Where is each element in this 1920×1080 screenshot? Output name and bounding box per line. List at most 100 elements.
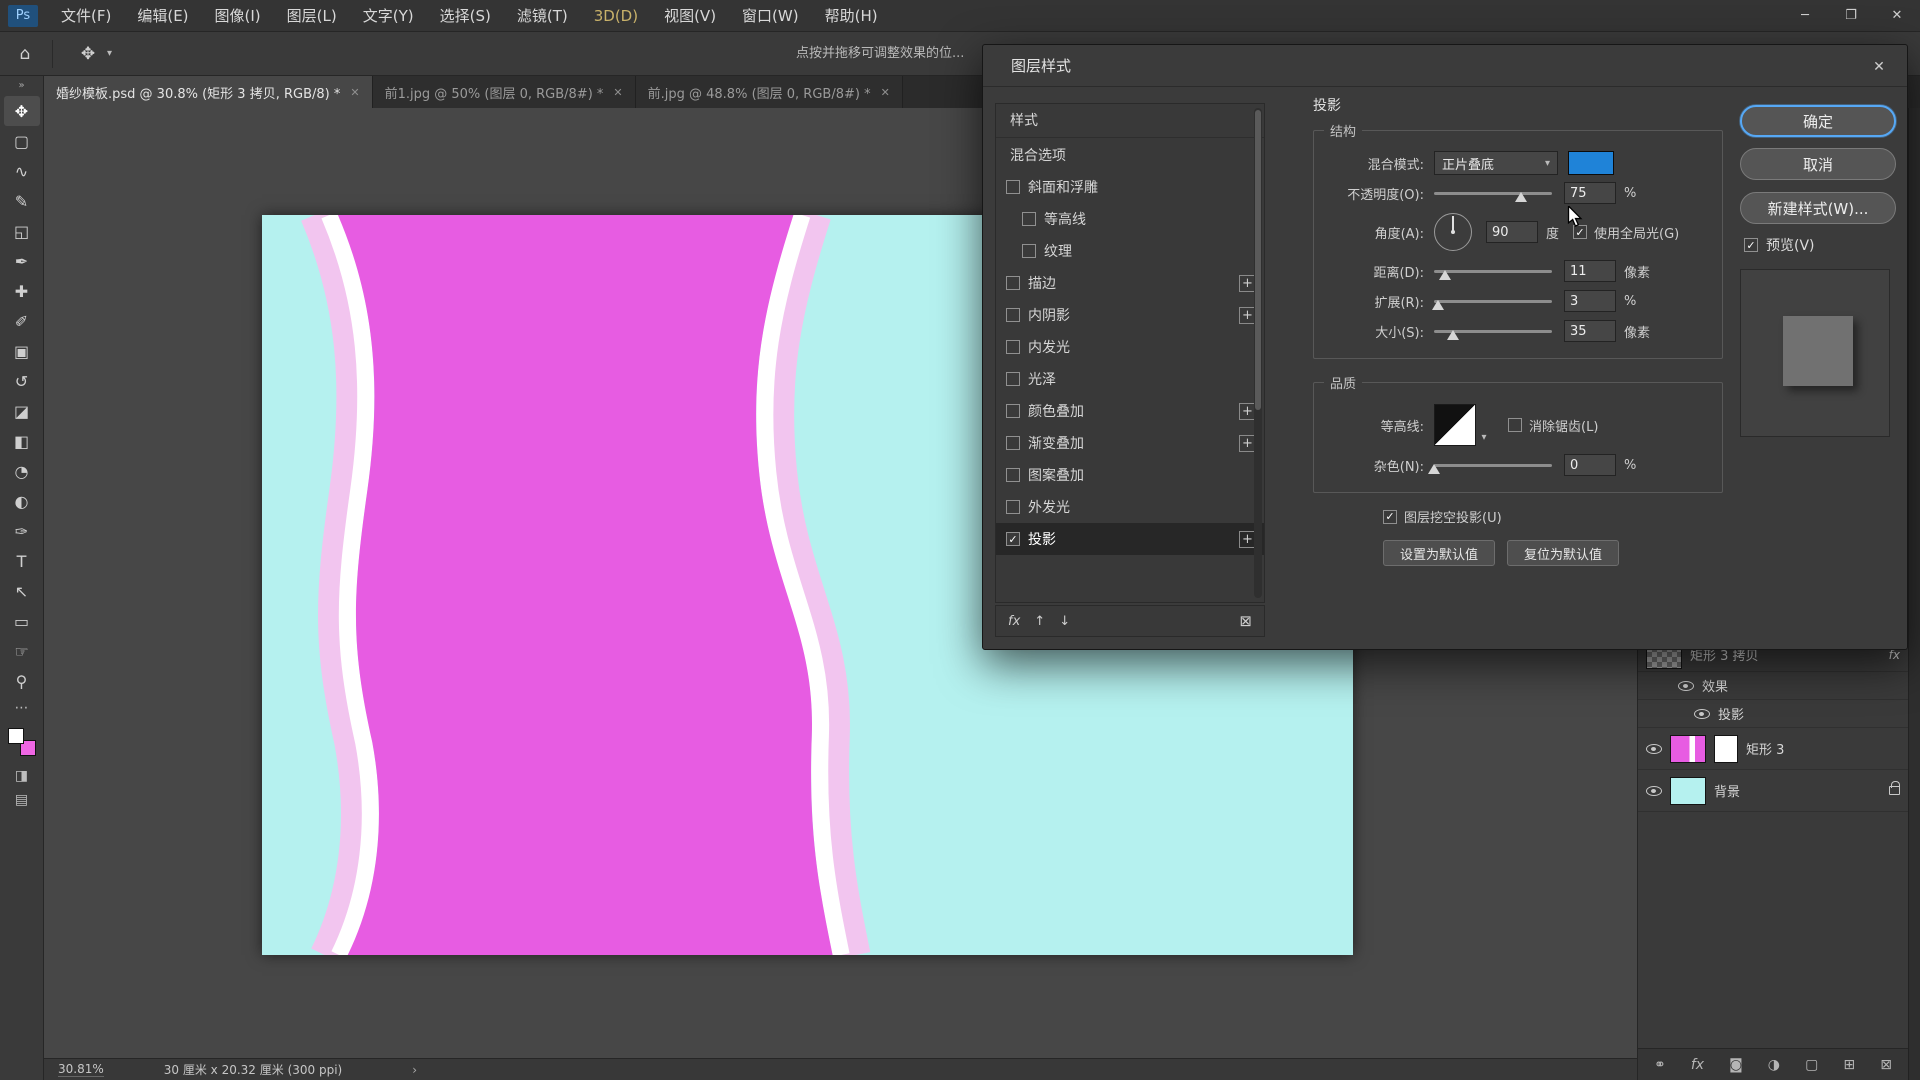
scrollbar-thumb[interactable] — [1255, 110, 1261, 410]
status-chevron-icon[interactable]: › — [412, 1063, 417, 1077]
cancel-button[interactable]: 取消 — [1740, 148, 1896, 180]
style-checkbox[interactable] — [1006, 180, 1020, 194]
photoshop-logo[interactable]: Ps — [8, 5, 38, 27]
quick-mask-icon[interactable]: ◨ — [4, 764, 40, 788]
chevron-down-icon[interactable]: ▾ — [107, 48, 112, 59]
home-icon[interactable]: ⌂ — [8, 39, 42, 69]
collapse-panel-icon[interactable]: » — [18, 76, 24, 96]
blur-tool[interactable]: ◔ — [4, 456, 40, 486]
shadow-color-swatch[interactable] — [1568, 151, 1614, 175]
style-checkbox[interactable] — [1006, 468, 1020, 482]
menu-image[interactable]: 图像(I) — [202, 0, 274, 32]
dodge-tool[interactable]: ◐ — [4, 486, 40, 516]
menu-3d[interactable]: 3D(D) — [581, 0, 651, 32]
ok-button[interactable]: 确定 — [1740, 105, 1896, 137]
style-checkbox[interactable] — [1006, 372, 1020, 386]
slider-thumb[interactable] — [1515, 192, 1527, 202]
angle-input[interactable] — [1486, 221, 1538, 243]
restore-icon[interactable]: ❐ — [1828, 0, 1874, 32]
move-effect-down-icon[interactable]: ↓ — [1059, 614, 1070, 629]
blend-mode-dropdown[interactable]: 正片叠底 ▾ — [1434, 151, 1558, 175]
type-tool[interactable]: T — [4, 546, 40, 576]
delete-effect-icon[interactable]: ⊠ — [1239, 612, 1252, 630]
quick-selection-tool[interactable]: ✎ — [4, 186, 40, 216]
foreground-color-swatch[interactable] — [8, 728, 24, 744]
size-input[interactable] — [1564, 320, 1616, 342]
style-checkbox[interactable] — [1006, 500, 1020, 514]
menu-help[interactable]: 帮助(H) — [812, 0, 891, 32]
effects-row[interactable]: 效果 — [1638, 672, 1908, 700]
style-item-pattern-overlay[interactable]: 图案叠加 — [996, 459, 1264, 491]
move-effect-up-icon[interactable]: ↑ — [1034, 614, 1045, 629]
new-style-button[interactable]: 新建样式(W)... — [1740, 192, 1896, 224]
move-tool-icon[interactable]: ✥ — [71, 39, 105, 69]
pen-tool[interactable]: ✑ — [4, 516, 40, 546]
menu-edit[interactable]: 编辑(E) — [124, 0, 201, 32]
style-checkbox[interactable] — [1006, 404, 1020, 418]
preview-option[interactable]: ✓ 预览(V) — [1744, 235, 1896, 255]
tab-document-1[interactable]: 婚纱模板.psd @ 30.8% (矩形 3 拷贝, RGB/8) * ✕ — [44, 76, 373, 108]
styles-scrollbar[interactable] — [1254, 108, 1262, 598]
style-item-inner-shadow[interactable]: 内阴影 + — [996, 299, 1264, 331]
angle-dial[interactable] — [1434, 213, 1472, 251]
visibility-eye-icon[interactable] — [1678, 681, 1694, 691]
style-item-blending-options[interactable]: 混合选项 — [996, 138, 1264, 171]
link-layers-icon[interactable]: ⚭ — [1654, 1057, 1666, 1073]
lasso-tool[interactable]: ∿ — [4, 156, 40, 186]
style-item-outer-glow[interactable]: 外发光 — [996, 491, 1264, 523]
style-item-inner-glow[interactable]: 内发光 — [996, 331, 1264, 363]
visibility-eye-icon[interactable] — [1694, 709, 1710, 719]
move-tool[interactable]: ✥ — [4, 96, 40, 126]
healing-brush-tool[interactable]: ✚ — [4, 276, 40, 306]
style-checkbox[interactable] — [1006, 276, 1020, 290]
style-item-drop-shadow[interactable]: ✓ 投影 + — [996, 523, 1264, 555]
knockout-option[interactable]: ✓ 图层挖空投影(U) — [1383, 507, 1723, 526]
tab-close-icon[interactable]: ✕ — [350, 86, 359, 99]
style-checkbox[interactable] — [1006, 436, 1020, 450]
edit-toolbar-icon[interactable]: ⋯ — [4, 696, 40, 720]
gradient-tool[interactable]: ◧ — [4, 426, 40, 456]
distance-input[interactable] — [1564, 260, 1616, 282]
menu-layer[interactable]: 图层(L) — [274, 0, 350, 32]
noise-input[interactable] — [1564, 454, 1616, 476]
zoom-level[interactable]: 30.81% — [58, 1062, 104, 1077]
style-checkbox[interactable] — [1006, 340, 1020, 354]
marquee-tool[interactable]: ▢ — [4, 126, 40, 156]
color-swatches[interactable] — [8, 728, 36, 756]
style-checkbox[interactable] — [1022, 244, 1036, 258]
menu-window[interactable]: 窗口(W) — [729, 0, 812, 32]
menu-type[interactable]: 文字(Y) — [350, 0, 427, 32]
slider-thumb[interactable] — [1432, 300, 1444, 310]
dialog-close-icon[interactable]: ✕ — [1867, 55, 1891, 79]
style-checkbox[interactable] — [1006, 308, 1020, 322]
style-checkbox[interactable] — [1022, 212, 1036, 226]
opacity-input[interactable] — [1564, 182, 1616, 204]
tab-close-icon[interactable]: ✕ — [613, 86, 622, 99]
brush-tool[interactable]: ✐ — [4, 306, 40, 336]
eraser-tool[interactable]: ◪ — [4, 396, 40, 426]
effect-shadow-row[interactable]: 投影 — [1638, 700, 1908, 728]
spread-slider[interactable] — [1434, 300, 1552, 303]
fx-menu-icon[interactable]: fx — [1008, 614, 1020, 629]
new-layer-icon[interactable]: ⊞ — [1843, 1057, 1855, 1073]
tab-document-3[interactable]: 前.jpg @ 48.8% (图层 0, RGB/8#) * ✕ — [636, 76, 903, 108]
style-item-satin[interactable]: 光泽 — [996, 363, 1264, 395]
hand-tool[interactable]: ☞ — [4, 636, 40, 666]
noise-slider[interactable] — [1434, 464, 1552, 467]
layer-row-rect3[interactable]: 矩形 3 — [1638, 728, 1908, 770]
style-item-stroke[interactable]: 描边 + — [996, 267, 1264, 299]
style-checkbox[interactable]: ✓ — [1006, 532, 1020, 546]
tab-close-icon[interactable]: ✕ — [881, 86, 890, 99]
menu-select[interactable]: 选择(S) — [427, 0, 504, 32]
eyedropper-tool[interactable]: ✒ — [4, 246, 40, 276]
menu-file[interactable]: 文件(F) — [48, 0, 124, 32]
crop-tool[interactable]: ◱ — [4, 216, 40, 246]
style-item-gradient-overlay[interactable]: 渐变叠加 + — [996, 427, 1264, 459]
antialias-checkbox[interactable] — [1508, 418, 1522, 432]
screen-mode-icon[interactable]: ▤ — [4, 788, 40, 812]
clone-stamp-tool[interactable]: ▣ — [4, 336, 40, 366]
menu-view[interactable]: 视图(V) — [651, 0, 729, 32]
antialias-option[interactable]: 消除锯齿(L) — [1508, 416, 1598, 435]
add-mask-icon[interactable]: ◙ — [1729, 1057, 1743, 1073]
path-select-tool[interactable]: ↖ — [4, 576, 40, 606]
